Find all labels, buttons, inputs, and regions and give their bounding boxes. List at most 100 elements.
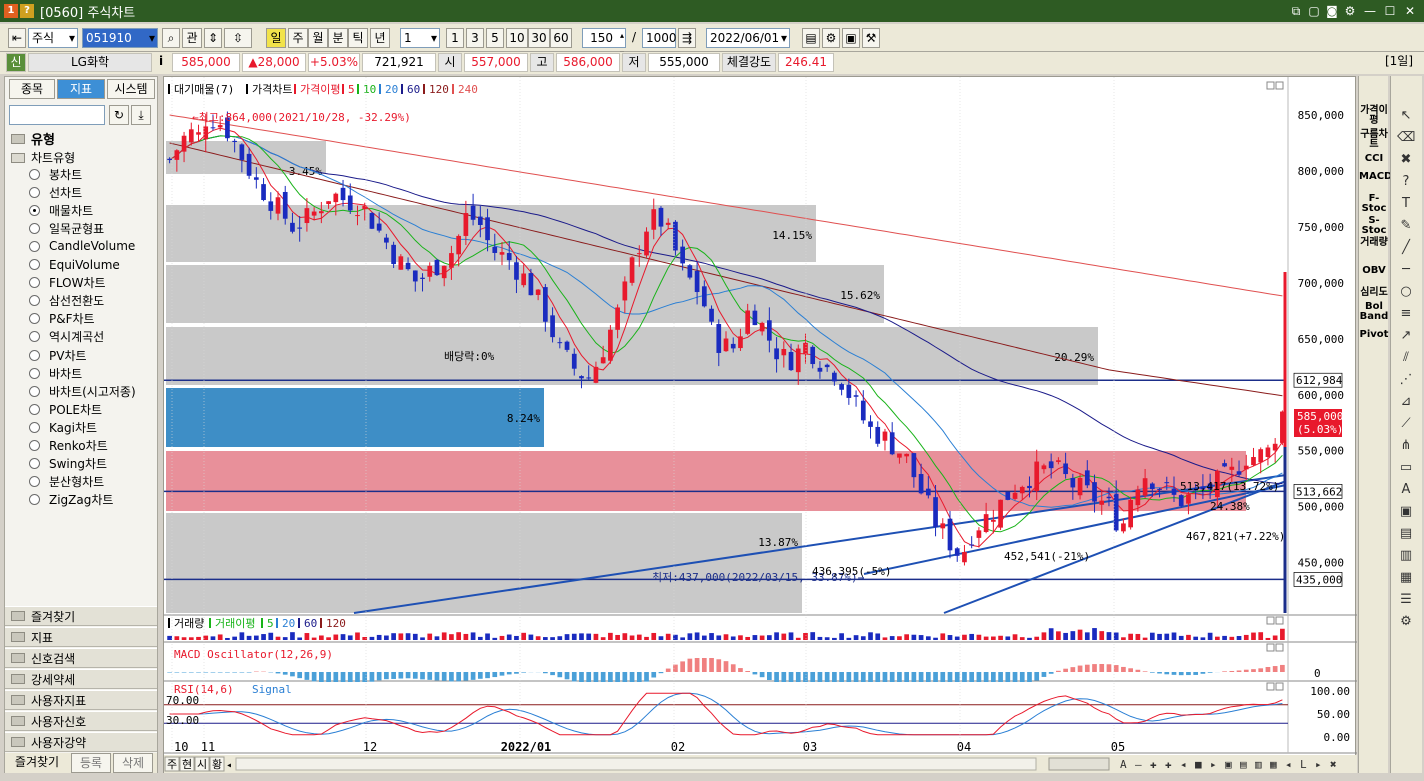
chart-type-item[interactable]: 삼선전환도 bbox=[29, 292, 104, 310]
indicator-shortcut[interactable]: 거래량 bbox=[1359, 238, 1389, 248]
chart-type-item[interactable]: 분산형차트 bbox=[29, 473, 104, 491]
candle[interactable] bbox=[962, 545, 967, 566]
panel-minimize-icon[interactable] bbox=[1266, 81, 1275, 90]
config-icon[interactable]: ⚙ bbox=[822, 28, 840, 48]
bars-input[interactable]: 150▴▾ bbox=[582, 28, 626, 58]
radio-icon[interactable] bbox=[29, 222, 40, 234]
radio-icon[interactable] bbox=[29, 186, 40, 198]
circle-icon[interactable]: ○ bbox=[1397, 284, 1415, 300]
help-icon[interactable]: ? bbox=[1397, 174, 1415, 190]
candle[interactable] bbox=[1005, 491, 1011, 501]
indicator-shortcut[interactable]: 가격이평 bbox=[1359, 106, 1389, 126]
pen-icon[interactable]: ✎ bbox=[1397, 218, 1415, 234]
bottom-tool-icon[interactable]: ▸ bbox=[1210, 758, 1217, 771]
indicator-shortcut[interactable]: MACD bbox=[1359, 172, 1392, 182]
candle[interactable] bbox=[940, 518, 946, 539]
delete-button[interactable]: 삭제 bbox=[113, 753, 153, 773]
interval-1[interactable]: 1 bbox=[446, 28, 464, 48]
period-week[interactable]: 주 bbox=[288, 28, 308, 48]
interval-60[interactable]: 60 bbox=[550, 28, 572, 48]
candle[interactable] bbox=[1251, 447, 1256, 467]
chart-type-item[interactable]: Renko차트 bbox=[29, 437, 108, 455]
radio-icon[interactable] bbox=[29, 403, 40, 415]
settings-icon[interactable]: ⚙ bbox=[1342, 3, 1358, 19]
cursor-icon[interactable]: ↖ bbox=[1397, 108, 1415, 124]
candle[interactable] bbox=[673, 220, 678, 256]
minimize-icon[interactable]: — bbox=[1362, 3, 1378, 19]
bottom-tool-icon[interactable]: L bbox=[1300, 758, 1307, 771]
help-badge[interactable]: ? bbox=[20, 4, 34, 18]
bottom-tool-icon[interactable]: ▸ bbox=[1315, 758, 1322, 771]
grid-icon[interactable]: ▦ bbox=[1397, 570, 1415, 586]
chart-type-item[interactable]: EquiVolume bbox=[29, 256, 120, 274]
chart-type-item[interactable]: 바차트 bbox=[29, 364, 82, 382]
radio-icon[interactable] bbox=[29, 440, 40, 451]
candle[interactable] bbox=[882, 428, 888, 451]
indicator-shortcut[interactable]: CCI bbox=[1359, 154, 1389, 164]
radio-icon[interactable] bbox=[29, 295, 40, 307]
scroll-left-icon[interactable]: ◂ bbox=[226, 760, 232, 771]
chart-type-item[interactable]: PV차트 bbox=[29, 346, 87, 364]
folder-item[interactable]: 사용자강약 bbox=[5, 732, 157, 752]
indicator-shortcut[interactable]: Pivot bbox=[1359, 330, 1389, 340]
radio-icon[interactable] bbox=[29, 313, 40, 325]
volume-panel[interactable]: 거래량 거래이평 5 20 60 120 bbox=[167, 617, 1285, 640]
window-icon[interactable]: ▣ bbox=[1397, 504, 1415, 520]
candle[interactable] bbox=[853, 390, 859, 407]
maximize-icon[interactable]: ☐ bbox=[1382, 3, 1398, 19]
text-icon[interactable]: T bbox=[1397, 196, 1415, 212]
list-icon[interactable]: ☰ bbox=[1397, 592, 1415, 608]
rsi-panel[interactable]: RSI(14,6) Signal70.0030.00100.0050.000.00 bbox=[164, 683, 1350, 744]
bottom-tool-icon[interactable]: ✚ bbox=[1165, 758, 1172, 771]
chart-type-item[interactable]: Kagi차트 bbox=[29, 418, 97, 436]
candle[interactable] bbox=[875, 421, 881, 447]
candle[interactable] bbox=[868, 415, 873, 439]
chart-type-item[interactable]: 선차트 bbox=[29, 183, 82, 201]
bottom-tab[interactable]: 현 bbox=[179, 756, 195, 772]
info-icon[interactable]: i bbox=[154, 53, 168, 72]
radio-icon[interactable] bbox=[29, 259, 40, 270]
candle[interactable] bbox=[543, 283, 548, 332]
bottom-tool-icon[interactable]: A bbox=[1120, 758, 1127, 771]
folder-item[interactable]: 즐겨찾기 bbox=[5, 606, 157, 626]
tab-system[interactable]: 시스템 bbox=[107, 79, 155, 99]
speed-icon[interactable]: ⟋ bbox=[1397, 416, 1415, 432]
market-select[interactable]: 주식 ▾ bbox=[28, 28, 78, 48]
andrew-icon[interactable]: ⋔ bbox=[1397, 438, 1415, 454]
candle[interactable] bbox=[1265, 444, 1271, 466]
bottom-tab[interactable]: 황 bbox=[209, 756, 225, 772]
favorites-tab[interactable]: 즐겨찾기 bbox=[7, 753, 67, 773]
period-month[interactable]: 월 bbox=[308, 28, 328, 48]
save-icon[interactable]: ▣ bbox=[842, 28, 860, 48]
candle[interactable] bbox=[261, 178, 266, 202]
candle[interactable] bbox=[1272, 438, 1278, 463]
chart-type-item[interactable]: 역시계곡선 bbox=[29, 328, 104, 346]
panel-close-icon[interactable] bbox=[1275, 81, 1284, 90]
candle[interactable] bbox=[434, 258, 440, 277]
indicator-shortcut[interactable]: 구름차트 bbox=[1359, 130, 1389, 150]
period-year[interactable]: 년 bbox=[370, 28, 390, 48]
chart-type-item[interactable]: 봉차트 bbox=[29, 165, 82, 183]
bottom-tool-icon[interactable]: ◂ bbox=[1180, 758, 1187, 771]
period-day[interactable]: 일 bbox=[266, 28, 286, 48]
bottom-tool-icon[interactable]: ▦ bbox=[1270, 758, 1277, 771]
radio-icon[interactable] bbox=[29, 349, 40, 361]
link-icon[interactable]: ⧉ bbox=[1288, 3, 1304, 19]
period-minute[interactable]: 분 bbox=[328, 28, 348, 48]
chart-type-item[interactable]: 바차트(시고저종) bbox=[29, 382, 136, 400]
chart-type-item[interactable]: Swing차트 bbox=[29, 455, 107, 473]
candle[interactable] bbox=[687, 264, 693, 280]
radio-icon[interactable] bbox=[29, 421, 40, 433]
period-tick[interactable]: 틱 bbox=[348, 28, 368, 48]
folder-item[interactable]: 지표 bbox=[5, 627, 157, 647]
panel-close-icon[interactable] bbox=[1275, 616, 1284, 625]
candle[interactable] bbox=[1128, 496, 1133, 530]
indicator-shortcut[interactable]: S-Stoc bbox=[1359, 216, 1389, 236]
indicator-search-input[interactable] bbox=[9, 105, 105, 125]
bottom-tool-icon[interactable]: ✖ bbox=[1330, 758, 1337, 771]
chart-type-item[interactable]: POLE차트 bbox=[29, 400, 102, 418]
candle[interactable] bbox=[1178, 494, 1184, 508]
candle[interactable] bbox=[947, 511, 953, 559]
bottom-tool-icon[interactable]: ▤ bbox=[1240, 758, 1247, 771]
sort-icon[interactable]: ⇕ bbox=[204, 28, 222, 48]
